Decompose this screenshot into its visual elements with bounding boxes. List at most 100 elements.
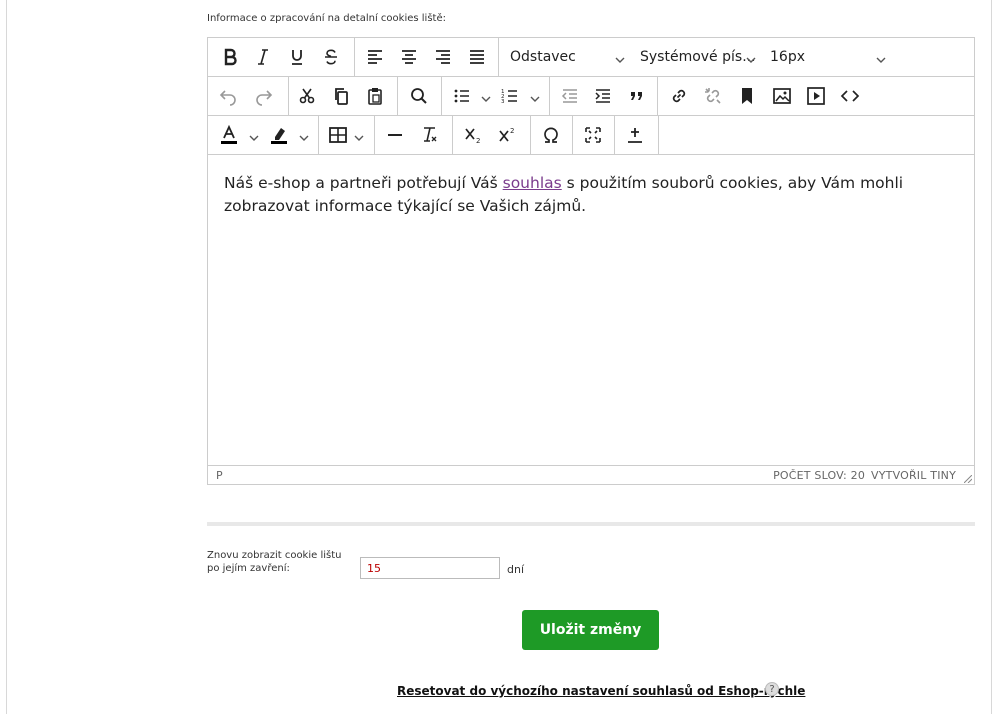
reshow-days-input[interactable] xyxy=(360,557,500,579)
insert-link-button[interactable] xyxy=(666,84,692,108)
chevron-down-icon xyxy=(875,51,887,63)
align-right-icon xyxy=(436,50,450,64)
svg-text:2: 2 xyxy=(510,127,514,135)
script-group: 2 2 xyxy=(452,116,531,154)
align-justify-button[interactable] xyxy=(464,45,490,69)
insert-media-button[interactable] xyxy=(803,84,829,108)
align-group xyxy=(354,38,499,76)
align-right-button[interactable] xyxy=(430,45,456,69)
consent-link[interactable]: souhlas xyxy=(503,174,562,192)
days-unit: dní xyxy=(507,563,525,576)
chevron-down-icon[interactable] xyxy=(298,129,310,141)
clipboard-group xyxy=(288,77,398,115)
reshow-label: Znovu zobrazit cookie lištu po jejím zav… xyxy=(207,550,342,574)
list-group: 123 xyxy=(441,77,550,115)
align-left-button[interactable] xyxy=(362,45,388,69)
charmap-group xyxy=(530,116,573,154)
find-replace-button[interactable] xyxy=(406,84,432,108)
clear-formatting-button[interactable] xyxy=(416,123,442,147)
strikethrough-icon xyxy=(325,49,337,65)
fullscreen-icon xyxy=(585,127,601,143)
align-center-button[interactable] xyxy=(396,45,422,69)
indent-group xyxy=(549,77,658,115)
powered-by-link[interactable]: VYTVOŘIL TINY xyxy=(871,469,956,482)
fullscreen-group xyxy=(572,116,615,154)
editor-content[interactable]: Náš e-shop a partneři potřebují Váš souh… xyxy=(208,155,974,465)
chevron-down-icon[interactable] xyxy=(529,90,541,102)
element-path[interactable]: P xyxy=(216,469,223,482)
color-group xyxy=(208,116,319,154)
superscript-icon: 2 xyxy=(499,127,514,142)
save-button[interactable]: Uložit změny xyxy=(522,610,659,650)
bullet-list-icon xyxy=(454,89,469,103)
insert-button[interactable] xyxy=(622,123,648,147)
content-text: Náš e-shop a partneři potřebují Váš xyxy=(224,174,503,192)
resize-handle-icon[interactable] xyxy=(964,475,972,483)
bullet-list-button[interactable] xyxy=(449,84,475,108)
undo-icon xyxy=(219,90,236,106)
field-label: Informace o zpracování na detalní cookie… xyxy=(207,13,446,24)
code-icon xyxy=(840,90,860,102)
reset-defaults-link[interactable]: Resetovat do výchozího nastavení souhlas… xyxy=(397,684,805,698)
bold-button[interactable] xyxy=(217,45,243,69)
svg-text:3: 3 xyxy=(501,99,505,105)
highlight-color-button[interactable] xyxy=(266,123,292,147)
font-size-value: 16px xyxy=(770,49,805,65)
help-icon[interactable]: ? xyxy=(765,682,779,696)
strikethrough-button[interactable] xyxy=(318,45,344,69)
quote-icon xyxy=(631,92,642,100)
clear-format-icon xyxy=(424,127,437,142)
toolbar-row-1: Odstavec Systémové pís... 16px xyxy=(208,38,974,77)
cut-button[interactable] xyxy=(294,84,320,108)
omega-icon xyxy=(544,127,558,143)
underline-icon xyxy=(292,50,302,65)
format-group xyxy=(208,38,355,76)
font-family-value: Systémové pís... xyxy=(640,49,756,65)
indent-button[interactable] xyxy=(590,84,616,108)
outdent-button[interactable] xyxy=(557,84,583,108)
numbered-list-icon: 123 xyxy=(501,89,517,105)
copy-button[interactable] xyxy=(328,84,354,108)
chevron-down-icon[interactable] xyxy=(353,129,365,141)
text-color-button[interactable] xyxy=(216,123,242,147)
italic-button[interactable] xyxy=(250,45,276,69)
search-icon xyxy=(411,88,427,104)
table-icon xyxy=(329,127,347,143)
clipboard-icon xyxy=(368,88,382,105)
numbered-list-button[interactable]: 123 xyxy=(497,84,523,108)
paste-button[interactable] xyxy=(362,84,388,108)
insert-image-button[interactable] xyxy=(769,84,795,108)
unlink-button[interactable] xyxy=(700,84,726,108)
chevron-down-icon[interactable] xyxy=(248,129,260,141)
horizontal-line-button[interactable] xyxy=(382,123,408,147)
search-group xyxy=(397,77,442,115)
word-count[interactable]: POČET SLOV: 20 xyxy=(773,469,865,482)
subscript-icon: 2 xyxy=(465,128,480,145)
insert-table-button[interactable] xyxy=(325,123,351,147)
highlighter-icon xyxy=(271,128,287,144)
text-color-icon xyxy=(221,125,237,144)
blockquote-button[interactable] xyxy=(624,84,650,108)
horizontal-line-icon xyxy=(388,134,402,136)
table-group xyxy=(318,116,375,154)
indent-icon xyxy=(595,89,610,103)
subscript-button[interactable]: 2 xyxy=(460,123,486,147)
chevron-down-icon[interactable] xyxy=(480,90,492,102)
special-character-button[interactable] xyxy=(538,123,564,147)
superscript-button[interactable]: 2 xyxy=(494,123,520,147)
fullscreen-button[interactable] xyxy=(580,123,606,147)
block-format-value: Odstavec xyxy=(510,49,576,65)
page-border-right xyxy=(991,0,992,714)
underline-button[interactable] xyxy=(284,45,310,69)
anchor-button[interactable] xyxy=(734,84,760,108)
editor-statusbar: P POČET SLOV: 20 VYTVOŘIL TINY xyxy=(208,465,974,485)
align-left-icon xyxy=(368,50,382,64)
source-code-button[interactable] xyxy=(837,84,863,108)
chevron-down-icon xyxy=(614,51,626,63)
undo-button[interactable] xyxy=(215,84,241,108)
page-border-left xyxy=(6,0,7,714)
scissors-icon xyxy=(299,88,315,104)
insert-more-group xyxy=(614,116,659,154)
redo-button[interactable] xyxy=(251,84,277,108)
bold-icon xyxy=(224,48,237,66)
